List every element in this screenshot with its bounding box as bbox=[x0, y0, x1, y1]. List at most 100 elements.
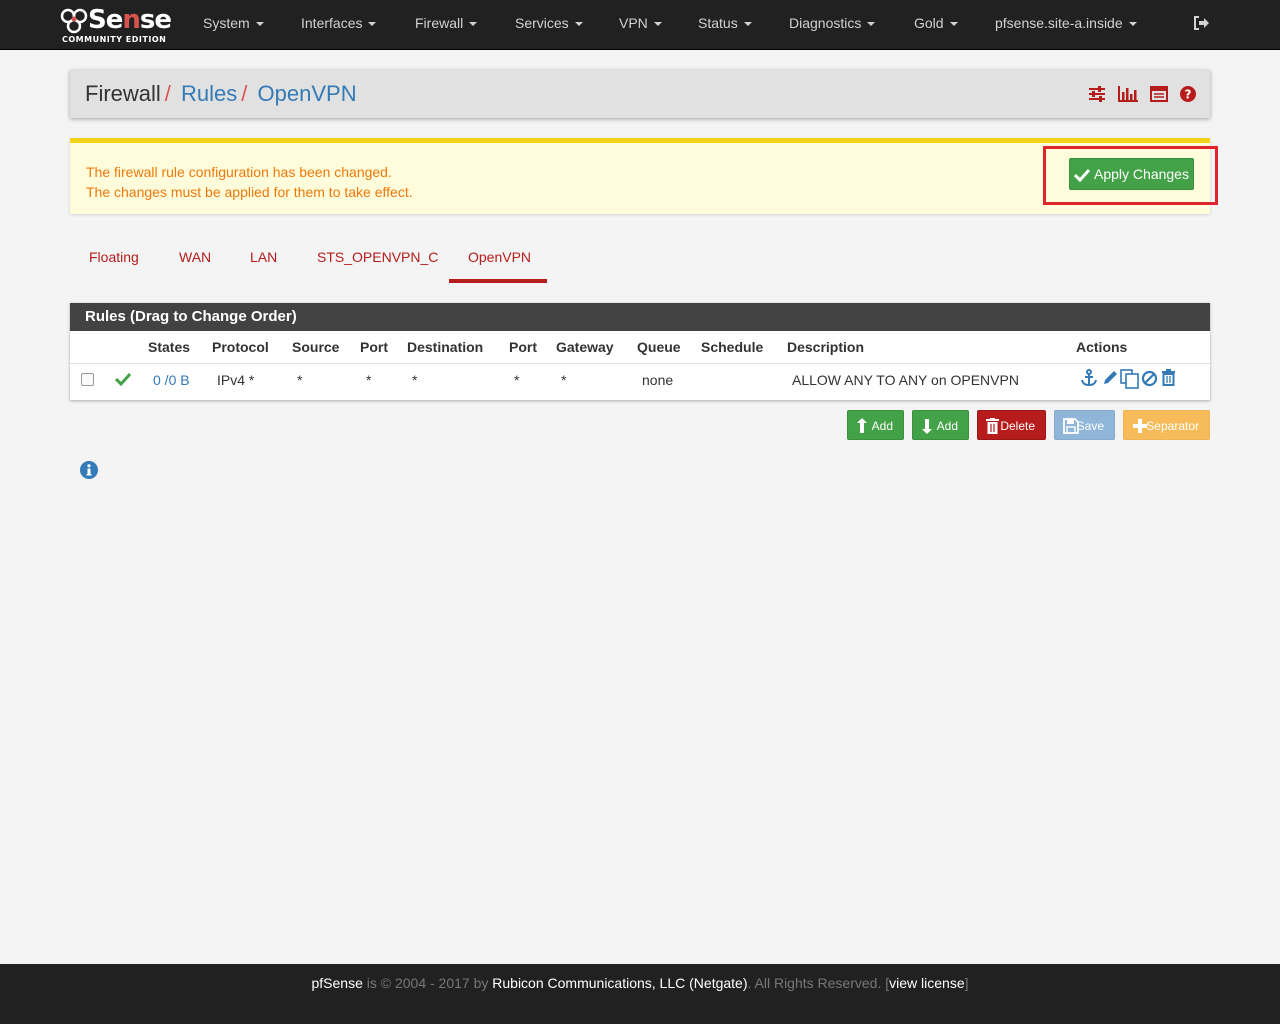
trash-icon bbox=[986, 418, 999, 434]
breadcrumb-firewall: Firewall bbox=[85, 81, 161, 106]
caret-down-icon bbox=[255, 22, 264, 27]
check-icon bbox=[1073, 168, 1091, 183]
question-circle-icon[interactable]: ? bbox=[1180, 86, 1196, 105]
rule-gateway: * bbox=[561, 372, 567, 388]
nav-interfaces[interactable]: Interfaces bbox=[301, 15, 377, 31]
rule-dest-port: * bbox=[514, 372, 520, 388]
logo-edition: COMMUNITY EDITION bbox=[62, 35, 167, 44]
breadcrumb-panel: Firewall / Rules / OpenVPN ? bbox=[70, 70, 1210, 118]
col-queue: Queue bbox=[637, 339, 681, 355]
caret-down-icon bbox=[653, 22, 662, 27]
alert-line-2: The changes must be applied for them to … bbox=[86, 184, 413, 200]
add-rule-bottom-button[interactable]: Add bbox=[912, 410, 969, 440]
anchor-icon[interactable] bbox=[1080, 369, 1098, 390]
sliders-icon[interactable] bbox=[1088, 86, 1106, 105]
trash-icon[interactable] bbox=[1161, 369, 1176, 390]
rules-panel: Rules (Drag to Change Order) States Prot… bbox=[70, 303, 1210, 400]
breadcrumb: Firewall / Rules / OpenVPN bbox=[85, 81, 357, 107]
tab-wan[interactable]: WAN bbox=[179, 249, 211, 265]
logo-circles-icon bbox=[60, 8, 88, 34]
save-label: Save bbox=[1076, 419, 1104, 433]
breadcrumb-separator: / bbox=[241, 81, 248, 106]
col-gateway: Gateway bbox=[556, 339, 614, 355]
caret-down-icon bbox=[574, 22, 583, 27]
tab-floating[interactable]: Floating bbox=[89, 249, 139, 265]
col-source: Source bbox=[292, 339, 340, 355]
rule-select-checkbox[interactable] bbox=[81, 373, 94, 386]
breadcrumb-tools: ? bbox=[1080, 86, 1196, 105]
footer-brand: pfSense bbox=[311, 975, 363, 991]
page-footer: pfSense is © 2004 - 2017 by Rubicon Comm… bbox=[0, 964, 1280, 1024]
delete-label: Delete bbox=[1000, 419, 1035, 433]
top-navbar: Sense COMMUNITY EDITION System Interface… bbox=[0, 0, 1280, 50]
nav-firewall[interactable]: Firewall bbox=[415, 15, 478, 31]
col-dest-port: Port bbox=[509, 339, 537, 355]
rule-queue: none bbox=[642, 372, 674, 388]
caret-down-icon bbox=[743, 22, 752, 27]
col-protocol: Protocol bbox=[212, 339, 269, 355]
nav-system[interactable]: System bbox=[203, 15, 264, 31]
active-tab-indicator bbox=[449, 279, 547, 283]
svg-text:?: ? bbox=[1185, 88, 1192, 102]
col-destination: Destination bbox=[407, 339, 484, 355]
breadcrumb-openvpn-link[interactable]: OpenVPN bbox=[258, 81, 357, 106]
sign-out-icon[interactable] bbox=[1193, 15, 1210, 34]
copy-icon[interactable] bbox=[1120, 369, 1140, 392]
ban-icon[interactable] bbox=[1141, 369, 1158, 390]
footer-rights: . All Rights Reserved. [ bbox=[747, 975, 890, 991]
breadcrumb-separator: / bbox=[164, 81, 171, 106]
add-rule-top-button[interactable]: Add bbox=[847, 410, 904, 440]
caret-down-icon bbox=[1128, 22, 1137, 27]
nav-vpn[interactable]: VPN bbox=[619, 15, 662, 31]
caret-down-icon bbox=[368, 22, 377, 27]
caret-down-icon bbox=[867, 22, 876, 27]
breadcrumb-rules-link[interactable]: Rules bbox=[181, 81, 237, 106]
col-description: Description bbox=[787, 339, 865, 355]
arrow-down-icon bbox=[922, 419, 932, 434]
apply-changes-label: Apply Changes bbox=[1094, 166, 1189, 182]
nav-services[interactable]: Services bbox=[515, 15, 583, 31]
rule-states[interactable]: 0 /0 B bbox=[153, 372, 190, 388]
table-list-icon[interactable] bbox=[1150, 86, 1169, 105]
info-circle-icon[interactable] bbox=[80, 461, 98, 482]
rule-protocol: IPv4 * bbox=[217, 372, 255, 388]
alert-line-1: The firewall rule configuration has been… bbox=[86, 164, 392, 180]
table-divider bbox=[70, 363, 1210, 364]
rule-destination: * bbox=[412, 372, 418, 388]
apply-changes-button[interactable]: Apply Changes bbox=[1069, 158, 1194, 190]
caret-down-icon bbox=[469, 22, 478, 27]
rule-description: ALLOW ANY TO ANY on OPENVPN bbox=[792, 372, 1019, 388]
add-separator-button[interactable]: Separator bbox=[1123, 410, 1210, 440]
tab-sts-openvpn-c[interactable]: STS_OPENVPN_C bbox=[317, 249, 438, 265]
rule-source: * bbox=[297, 372, 303, 388]
separator-label: Separator bbox=[1146, 419, 1199, 433]
col-source-port: Port bbox=[360, 339, 388, 355]
nav-diagnostics[interactable]: Diagnostics bbox=[789, 15, 876, 31]
rule-source-port: * bbox=[366, 372, 372, 388]
col-schedule: Schedule bbox=[701, 339, 764, 355]
logo-wordmark: Sense bbox=[88, 5, 172, 35]
view-license-link[interactable]: view license bbox=[889, 975, 964, 991]
pencil-icon[interactable] bbox=[1101, 369, 1118, 390]
footer-company: Rubicon Communications, LLC (Netgate) bbox=[492, 975, 748, 991]
save-order-button[interactable]: Save bbox=[1054, 410, 1115, 440]
check-icon bbox=[114, 372, 132, 389]
arrow-up-icon bbox=[857, 418, 867, 433]
rules-panel-title: Rules (Drag to Change Order) bbox=[70, 303, 1210, 331]
footer-bracket: ] bbox=[964, 975, 969, 991]
bar-chart-icon[interactable] bbox=[1118, 86, 1139, 105]
changes-alert: The firewall rule configuration has been… bbox=[70, 138, 1210, 214]
col-states: States bbox=[148, 339, 191, 355]
add-bottom-label: Add bbox=[936, 419, 958, 433]
caret-down-icon bbox=[949, 22, 958, 27]
nav-hostname[interactable]: pfsense.site-a.inside bbox=[995, 15, 1137, 31]
footer-copyright: is © 2004 - 2017 by bbox=[362, 975, 493, 991]
col-actions: Actions bbox=[1076, 339, 1128, 355]
tab-lan[interactable]: LAN bbox=[250, 249, 277, 265]
pfsense-logo[interactable]: Sense COMMUNITY EDITION bbox=[60, 5, 172, 45]
tab-openvpn[interactable]: OpenVPN bbox=[468, 249, 531, 265]
delete-rules-button[interactable]: Delete bbox=[977, 410, 1046, 440]
nav-status[interactable]: Status bbox=[698, 15, 752, 31]
add-top-label: Add bbox=[871, 419, 893, 433]
nav-gold[interactable]: Gold bbox=[914, 15, 958, 31]
